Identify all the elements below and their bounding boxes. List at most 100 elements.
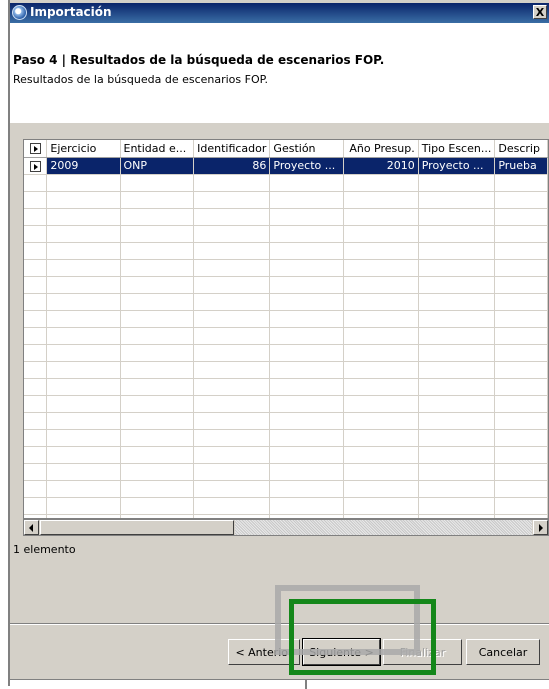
header-row: Ejercicio Entidad e... Identificador Ges… <box>24 140 548 158</box>
empty-cell <box>418 463 496 481</box>
empty-cell <box>269 242 344 260</box>
empty-cell <box>46 225 121 243</box>
empty-cell <box>494 378 548 396</box>
column-header-descripcion[interactable]: Descrip <box>494 140 548 158</box>
empty-cell <box>24 361 48 379</box>
scroll-right-icon[interactable] <box>533 520 548 535</box>
empty-cell <box>494 259 548 277</box>
empty-table-row <box>24 191 548 209</box>
empty-cell <box>494 174 548 192</box>
close-button[interactable]: X <box>533 5 547 19</box>
scroll-track[interactable] <box>235 520 532 535</box>
empty-cell <box>269 361 344 379</box>
empty-cell <box>46 242 121 260</box>
empty-cell <box>269 327 344 345</box>
empty-cell <box>120 429 195 447</box>
empty-cell <box>343 259 419 277</box>
cell-descripcion[interactable]: Prueba <box>494 157 548 175</box>
empty-cell <box>193 259 271 277</box>
empty-cell <box>494 293 548 311</box>
empty-cell <box>193 412 271 430</box>
empty-cell <box>269 174 344 192</box>
column-header-identificador[interactable]: Identificador <box>193 140 271 158</box>
column-header-tipo-escenario[interactable]: Tipo Escen... <box>418 140 496 158</box>
empty-cell <box>120 327 195 345</box>
empty-cell <box>269 293 344 311</box>
empty-cell <box>120 344 195 362</box>
empty-cell <box>418 412 496 430</box>
empty-cell <box>269 446 344 464</box>
bottom-strip <box>10 679 549 686</box>
cancel-button[interactable]: Cancelar <box>466 639 540 665</box>
column-header-ejercicio[interactable]: Ejercicio <box>46 140 121 158</box>
cell-ejercicio[interactable]: 2009 <box>46 157 121 175</box>
empty-cell <box>193 378 271 396</box>
empty-table-row <box>24 395 548 413</box>
row-header-cell[interactable] <box>24 157 48 175</box>
item-count-label: 1 elemento <box>13 543 76 556</box>
empty-cell <box>46 327 121 345</box>
empty-cell <box>418 429 496 447</box>
column-header-anio-presup[interactable]: Año Presup. <box>343 140 419 158</box>
bottom-strip-divider <box>305 679 307 689</box>
empty-cell <box>343 242 419 260</box>
empty-cell <box>120 310 195 328</box>
empty-cell <box>46 395 121 413</box>
empty-cell <box>120 259 195 277</box>
empty-cell <box>494 276 548 294</box>
empty-table-row <box>24 174 548 192</box>
empty-cell <box>193 361 271 379</box>
empty-cell <box>193 327 271 345</box>
empty-cell <box>46 429 121 447</box>
column-header-gestion[interactable]: Gestión <box>269 140 344 158</box>
title-bar[interactable]: Importación X <box>10 3 549 23</box>
empty-cell <box>120 242 195 260</box>
wizard-header-panel: Paso 4 | Resultados de la búsqueda de es… <box>10 23 549 123</box>
empty-cell <box>418 208 496 226</box>
empty-cell <box>343 446 419 464</box>
cell-gestion[interactable]: Proyecto ... <box>269 157 344 175</box>
column-header-entidad[interactable]: Entidad e... <box>120 140 195 158</box>
empty-cell <box>269 395 344 413</box>
empty-cell <box>120 191 195 209</box>
empty-cell <box>120 480 195 498</box>
empty-cell <box>494 225 548 243</box>
empty-cell <box>343 378 419 396</box>
empty-cell <box>269 497 344 515</box>
empty-cell <box>343 310 419 328</box>
empty-table-row <box>24 276 548 294</box>
empty-cell <box>24 327 48 345</box>
row-header-corner[interactable] <box>24 140 48 158</box>
results-grid[interactable]: Ejercicio Entidad e... Identificador Ges… <box>23 139 549 519</box>
table-row[interactable]: 2009 ONP 86 Proyecto ... 2010 Proyecto .… <box>24 157 548 175</box>
empty-cell <box>418 174 496 192</box>
step-description: Resultados de la búsqueda de escenarios … <box>13 73 269 86</box>
empty-cell <box>24 344 48 362</box>
scroll-left-icon[interactable] <box>24 520 39 535</box>
empty-cell <box>120 446 195 464</box>
cell-entidad[interactable]: ONP <box>120 157 195 175</box>
bottom-strip-border <box>10 679 549 680</box>
scroll-thumb[interactable] <box>40 520 234 535</box>
cell-anio-presup[interactable]: 2010 <box>343 157 419 175</box>
empty-cell <box>24 259 48 277</box>
empty-cell <box>46 310 121 328</box>
empty-table-row <box>24 242 548 260</box>
empty-cell <box>343 429 419 447</box>
empty-cell <box>418 378 496 396</box>
empty-cell <box>120 463 195 481</box>
empty-cell <box>193 446 271 464</box>
empty-cell <box>343 395 419 413</box>
empty-cell <box>24 293 48 311</box>
empty-cell <box>494 412 548 430</box>
empty-cell <box>343 412 419 430</box>
cell-identificador[interactable]: 86 <box>193 157 271 175</box>
cell-tipo-escenario[interactable]: Proyecto ... <box>418 157 496 175</box>
empty-cell <box>494 208 548 226</box>
horizontal-scrollbar[interactable] <box>23 519 549 536</box>
empty-cell <box>418 480 496 498</box>
empty-cell <box>24 208 48 226</box>
empty-cell <box>46 412 121 430</box>
empty-cell <box>343 344 419 362</box>
empty-cell <box>269 480 344 498</box>
